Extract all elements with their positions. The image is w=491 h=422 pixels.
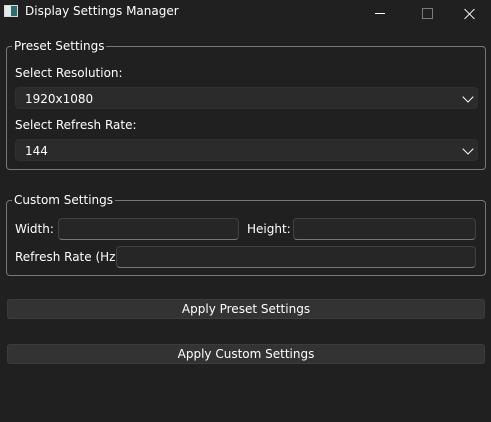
chevron-down-icon — [462, 143, 474, 155]
custom-refresh-rate-field[interactable] — [116, 246, 476, 268]
width-field[interactable] — [58, 218, 239, 240]
minimize-button[interactable] — [357, 0, 403, 27]
minimize-icon — [375, 13, 385, 14]
custom-settings-title: Custom Settings — [12, 193, 116, 207]
refresh-rate-label: Select Refresh Rate: — [15, 118, 137, 132]
close-icon — [464, 8, 476, 20]
height-label: Height: — [247, 222, 291, 236]
apply-custom-settings-button[interactable]: Apply Custom Settings — [7, 344, 485, 364]
app-icon — [4, 5, 18, 17]
maximize-icon — [421, 8, 433, 19]
close-button[interactable] — [449, 0, 491, 27]
chevron-down-icon — [462, 91, 474, 103]
refresh-rate-dropdown[interactable]: 144 — [15, 139, 478, 161]
window-title: Display Settings Manager — [25, 4, 179, 18]
apply-preset-settings-button[interactable]: Apply Preset Settings — [7, 299, 485, 319]
refresh-rate-selected-value: 144 — [25, 144, 48, 158]
resolution-selected-value: 1920x1080 — [25, 92, 94, 106]
height-field[interactable] — [293, 218, 476, 240]
preset-settings-title: Preset Settings — [12, 39, 107, 53]
title-bar[interactable]: Display Settings Manager — [0, 0, 491, 27]
maximize-button[interactable] — [404, 0, 450, 27]
width-label: Width: — [15, 222, 54, 236]
resolution-label: Select Resolution: — [15, 66, 123, 80]
resolution-dropdown[interactable]: 1920x1080 — [15, 87, 478, 109]
custom-refresh-rate-label: Refresh Rate (Hz): — [15, 250, 125, 264]
